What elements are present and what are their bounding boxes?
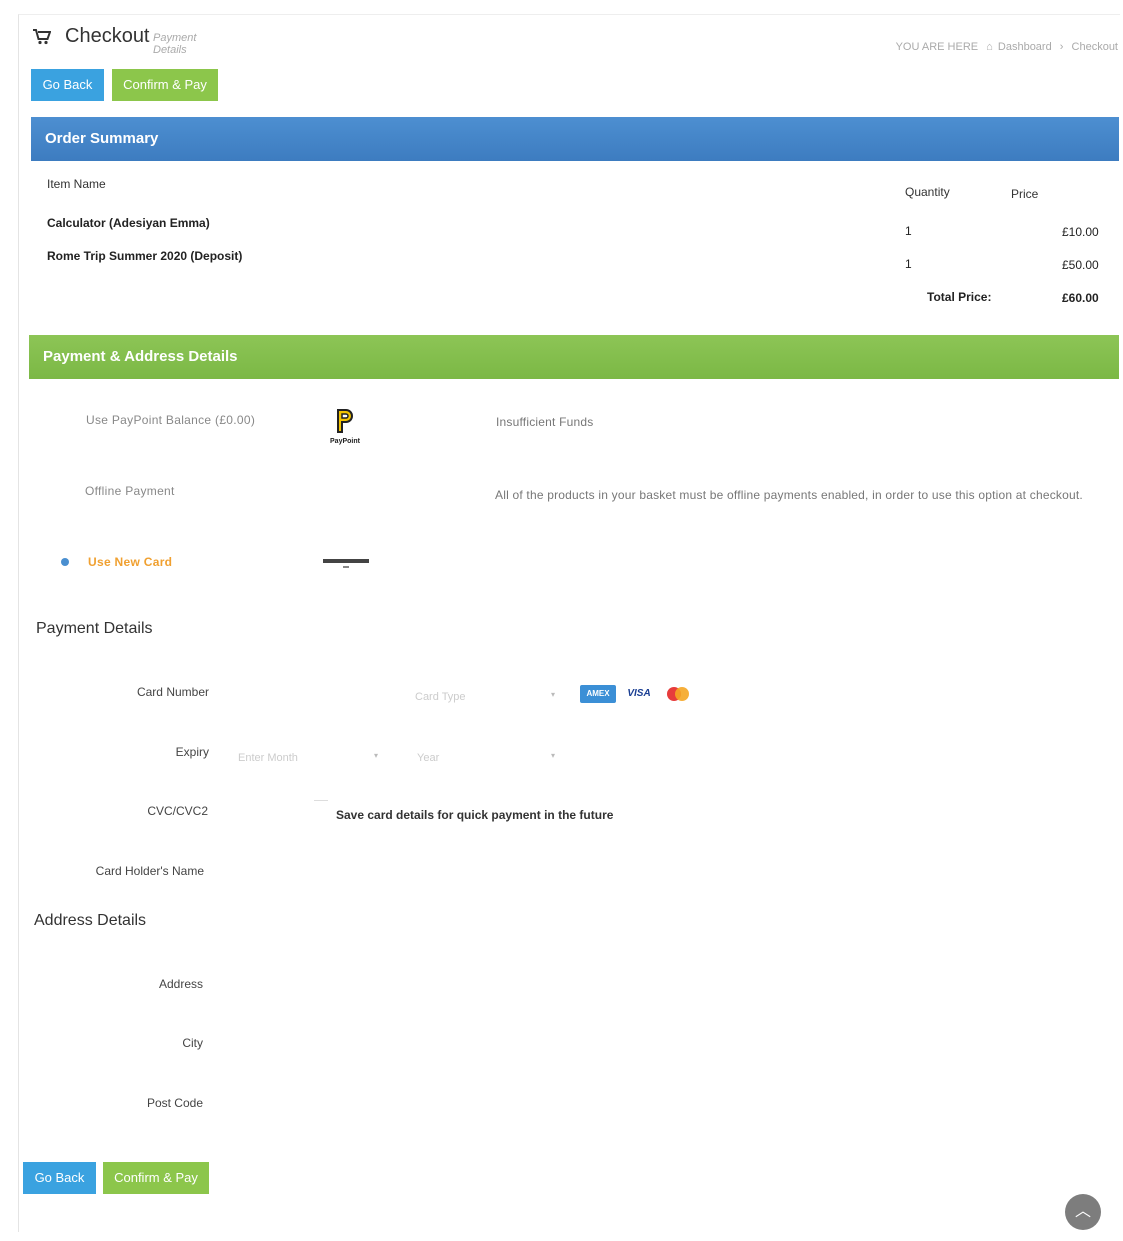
paypoint-logo-text: PayPoint xyxy=(330,438,360,445)
payment-address-header: Payment & Address Details xyxy=(29,335,1119,379)
paypoint-logo-icon: PayPoint xyxy=(327,409,363,445)
address-details-title: Address Details xyxy=(34,912,147,929)
scroll-to-top-button[interactable]: ︿ xyxy=(1065,1194,1101,1230)
shopping-cart-icon xyxy=(33,29,52,47)
mastercard-card-icon xyxy=(665,686,691,702)
order-summary-header: Order Summary xyxy=(31,117,1119,161)
cvc-label: CVC/CVC2 xyxy=(147,804,208,818)
page-title: Checkout xyxy=(65,25,150,47)
chevron-up-icon: ︿ xyxy=(1074,1203,1091,1220)
page-subtitle: Payment Details xyxy=(153,32,197,56)
use-new-card-option[interactable]: Use New Card xyxy=(88,555,172,569)
card-holder-name-label: Card Holder's Name xyxy=(95,864,204,878)
order-item-name: Rome Trip Summer 2020 (Deposit) xyxy=(47,249,243,263)
amex-card-icon: AMEX xyxy=(580,685,616,703)
year-placeholder: Year xyxy=(417,752,440,764)
insufficient-funds-note: Insufficient Funds xyxy=(496,415,594,429)
new-card-icon xyxy=(323,556,369,570)
visa-card-icon: VISA xyxy=(623,685,655,703)
total-price-label: Total Price: xyxy=(927,290,992,304)
order-item-name: Calculator (Adesiyan Emma) xyxy=(47,216,210,230)
chevron-down-icon: ▾ xyxy=(550,690,555,699)
paypoint-balance-option[interactable]: Use PayPoint Balance (£0.00) xyxy=(86,413,255,427)
confirm-pay-button-bottom[interactable]: Confirm & Pay xyxy=(103,1162,209,1194)
expiry-year-select[interactable]: Year ▾ xyxy=(417,748,559,766)
save-card-checkbox-label[interactable]: Save card details for quick payment in t… xyxy=(336,808,613,822)
column-quantity: Quantity xyxy=(905,185,950,199)
chevron-down-icon: ▾ xyxy=(373,751,378,760)
breadcrumb-dashboard[interactable]: Dashboard xyxy=(998,41,1052,53)
post-code-label: Post Code xyxy=(146,1096,203,1110)
expiry-month-select[interactable]: Enter Month ▾ xyxy=(238,748,382,766)
home-icon: ⌂ xyxy=(986,41,993,53)
card-type-select[interactable]: Card Type ▾ xyxy=(415,687,565,705)
card-number-label: Card Number xyxy=(136,685,209,699)
address-label: Address xyxy=(158,977,203,991)
breadcrumb: YOU ARE HERE ⌂ Dashboard › Checkout xyxy=(891,41,1118,53)
offline-payment-note: All of the products in your basket must … xyxy=(495,488,1083,502)
cvc-input[interactable] xyxy=(314,800,328,801)
card-type-placeholder: Card Type xyxy=(415,691,466,703)
payment-details-title: Payment Details xyxy=(36,620,153,637)
new-card-radio[interactable] xyxy=(61,558,69,566)
order-item-price: £10.00 xyxy=(1062,225,1099,239)
checkout-page: Checkout Payment Details YOU ARE HERE ⌂ … xyxy=(18,14,1120,1232)
order-item-quantity: 1 xyxy=(905,257,912,271)
expiry-label: Expiry xyxy=(175,745,209,759)
offline-payment-option[interactable]: Offline Payment xyxy=(85,484,175,498)
order-item-quantity: 1 xyxy=(905,224,912,238)
column-item-name: Item Name xyxy=(47,177,106,191)
go-back-button-top[interactable]: Go Back xyxy=(31,69,104,101)
breadcrumb-current: Checkout xyxy=(1071,41,1118,53)
total-price-value: £60.00 xyxy=(1062,291,1099,305)
breadcrumb-separator: › xyxy=(1059,41,1064,53)
go-back-button-bottom[interactable]: Go Back xyxy=(23,1162,96,1194)
chevron-down-icon: ▾ xyxy=(550,751,555,760)
breadcrumb-prefix: YOU ARE HERE xyxy=(895,41,979,53)
month-placeholder: Enter Month xyxy=(238,752,298,764)
confirm-pay-button-top[interactable]: Confirm & Pay xyxy=(112,69,218,101)
city-label: City xyxy=(182,1036,203,1050)
column-price: Price xyxy=(1011,187,1039,201)
order-item-price: £50.00 xyxy=(1062,258,1099,272)
